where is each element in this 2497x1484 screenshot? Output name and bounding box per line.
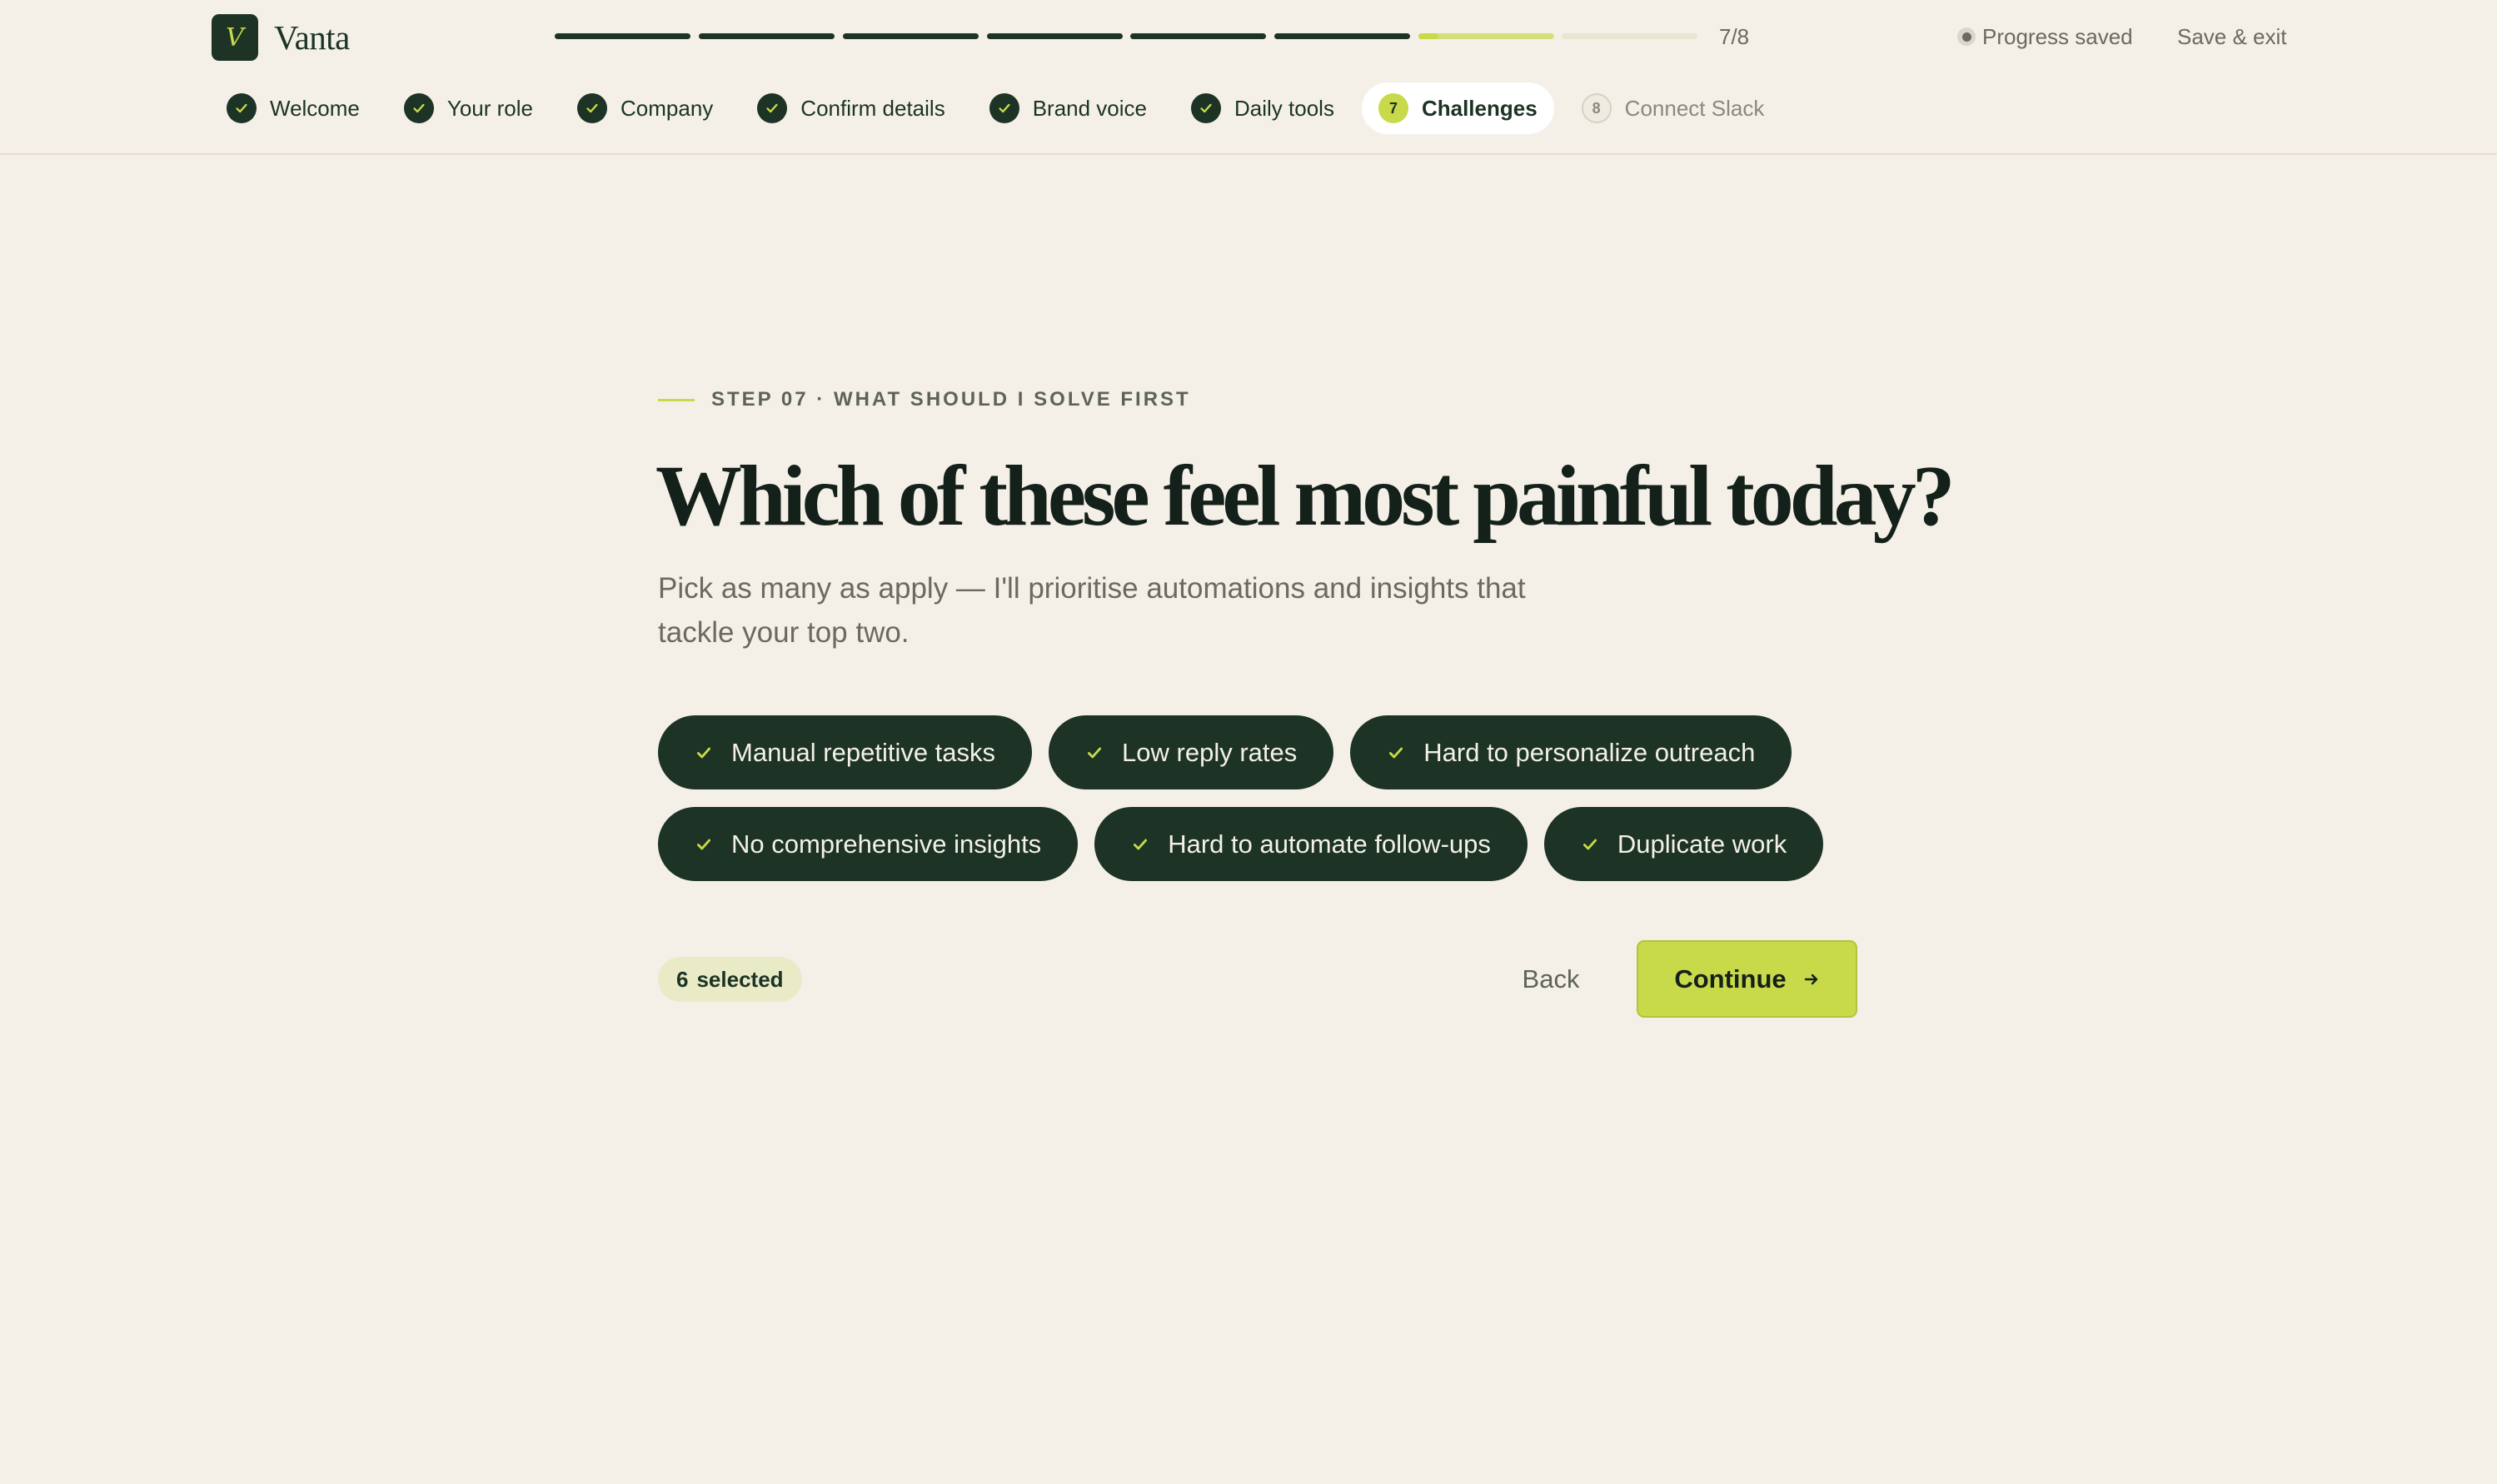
progress-saved-indicator: Progress saved — [1957, 22, 2133, 52]
continue-label: Continue — [1674, 964, 1787, 993]
progress-segment-7 — [1418, 33, 1554, 39]
step-company[interactable]: Company — [561, 82, 730, 134]
page-subtitle: Pick as many as apply — I'll prioritise … — [658, 572, 1526, 649]
back-button[interactable]: Back — [1499, 956, 1602, 1003]
challenge-options: Manual repetitive tasks Low reply rates Ha… — [658, 715, 1874, 881]
step-label: Welcome — [270, 95, 360, 121]
check-icon — [695, 744, 713, 762]
step-label: Connect Slack — [1624, 95, 1765, 121]
check-icon — [1085, 744, 1104, 762]
progress-segment-4 — [987, 33, 1123, 39]
selected-count: 6 — [676, 966, 689, 992]
option-label: Low reply rates — [1122, 737, 1298, 767]
arrow-right-icon — [1803, 971, 1820, 988]
step-label: Company — [621, 95, 714, 121]
check-icon — [1387, 744, 1405, 762]
logo-icon: V — [212, 14, 258, 61]
step-nav: Welcome Your role Company Confirm details Br… — [210, 82, 1792, 135]
progress-segment-8 — [1562, 33, 1697, 39]
step-brand-voice[interactable]: Brand voice — [973, 82, 1164, 134]
progress-segment-5 — [1130, 33, 1266, 39]
progress-fill — [1418, 33, 1439, 39]
onboarding-page: V Vanta 7/8 Progress saved Save & exit W… — [0, 0, 2497, 1484]
progress-segment-2 — [699, 33, 835, 39]
step-your-role[interactable]: Your role — [387, 82, 550, 134]
progress-segment-1 — [555, 33, 690, 39]
continue-button[interactable]: Continue — [1637, 940, 1857, 1018]
check-icon — [757, 93, 788, 123]
save-exit-button[interactable]: Save & exit — [2177, 22, 2287, 52]
eyebrow-line — [658, 398, 695, 401]
option-chip[interactable]: Low reply rates — [1049, 715, 1334, 789]
step-challenges[interactable]: 7 Challenges — [1361, 82, 1554, 134]
option-label: Duplicate work — [1617, 829, 1787, 859]
check-icon — [989, 93, 1019, 123]
check-icon — [227, 93, 257, 123]
brand-name: Vanta — [274, 18, 350, 57]
check-icon — [1191, 93, 1222, 123]
option-label: Hard to personalize outreach — [1423, 737, 1756, 767]
step-label: Daily tools — [1234, 95, 1334, 121]
step-daily-tools[interactable]: Daily tools — [1174, 82, 1351, 134]
option-label: Hard to automate follow-ups — [1168, 829, 1491, 859]
step-counter: 7/8 — [1719, 24, 1750, 49]
progress-segment-3 — [843, 33, 979, 39]
selected-label: selected — [696, 966, 784, 992]
option-chip[interactable]: Manual repetitive tasks — [658, 715, 1033, 789]
option-chip[interactable]: No comprehensive insights — [658, 807, 1079, 881]
step-label: Your role — [446, 95, 534, 121]
selected-count-badge: 6 selected — [658, 957, 802, 1002]
check-icon — [695, 835, 713, 854]
header: V Vanta 7/8 Progress saved Save & exit W… — [0, 0, 2497, 155]
check-icon — [577, 93, 608, 123]
option-label: Manual repetitive tasks — [731, 737, 996, 767]
dot-icon — [1957, 27, 1976, 46]
step-number-badge: 7 — [1378, 93, 1408, 123]
check-icon — [403, 93, 434, 123]
eyebrow-label: STEP 07 · WHAT SHOULD I SOLVE FIRST — [711, 388, 1191, 411]
step-eyebrow: STEP 07 · WHAT SHOULD I SOLVE FIRST — [658, 385, 1191, 415]
step-connect-slack[interactable]: 8 Connect Slack — [1565, 82, 1782, 134]
check-icon — [1581, 835, 1599, 854]
option-label: No comprehensive insights — [731, 829, 1042, 859]
step-confirm-details[interactable]: Confirm details — [740, 82, 961, 134]
progress-segment-6 — [1274, 33, 1410, 39]
step-welcome[interactable]: Welcome — [210, 82, 376, 134]
check-icon — [1131, 835, 1149, 854]
page-title: Which of these feel most painful today? — [655, 448, 1956, 544]
option-chip[interactable]: Hard to personalize outreach — [1350, 715, 1792, 789]
step-number-badge: 8 — [1581, 93, 1612, 123]
step-label: Confirm details — [800, 95, 945, 121]
progress-saved-label: Progress saved — [1982, 24, 2133, 49]
step-label: Brand voice — [1032, 95, 1148, 121]
step-label: Challenges — [1421, 95, 1538, 121]
option-chip[interactable]: Duplicate work — [1543, 807, 1824, 881]
option-chip[interactable]: Hard to automate follow-ups — [1094, 807, 1528, 881]
